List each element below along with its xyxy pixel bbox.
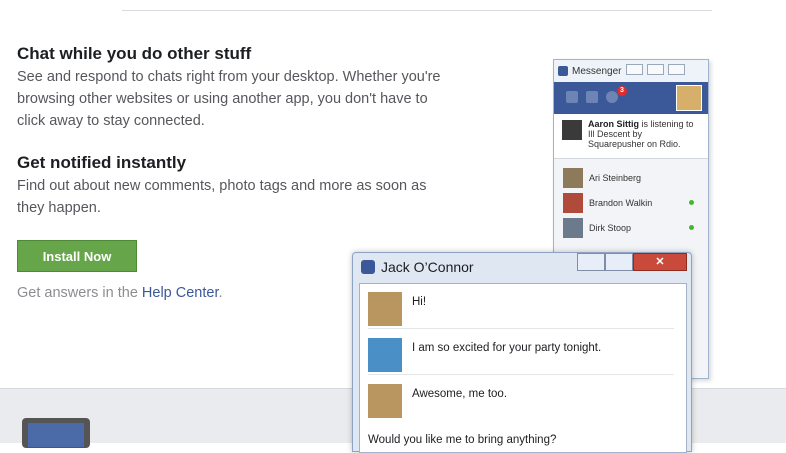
user-avatar[interactable] <box>676 85 702 111</box>
install-now-button[interactable]: Install Now <box>17 240 137 272</box>
minimize-button[interactable] <box>626 64 643 75</box>
feature-description-notify: Find out about new comments, photo tags … <box>17 178 427 216</box>
friend-avatar <box>563 218 583 238</box>
jack-avatar <box>368 384 402 418</box>
activity-notice[interactable]: Aaron Sittig is listening to Ill Descent… <box>554 114 708 159</box>
jack-avatar <box>368 292 402 326</box>
close-button[interactable] <box>668 64 685 75</box>
chat-window: Jack O’Connor ✕ Hi! I am so excited for … <box>352 252 692 453</box>
online-indicator <box>689 200 694 205</box>
maximize-button[interactable] <box>647 64 664 75</box>
messenger-icon <box>361 260 375 274</box>
phone-image <box>22 418 90 448</box>
help-text: Get answers in the Help Center. <box>17 285 223 301</box>
friend-item[interactable]: Dirk Stoop <box>554 215 708 240</box>
feature-title-notify: Get notified instantly <box>17 153 187 172</box>
aaron-avatar <box>562 120 582 140</box>
chat-close-button[interactable]: ✕ <box>633 253 687 271</box>
friend-avatar <box>563 168 583 188</box>
friend-item[interactable]: Ari Steinberg <box>554 165 708 190</box>
online-indicator <box>689 225 694 230</box>
messages-icon[interactable] <box>586 91 598 103</box>
chat-title: Jack O’Connor <box>381 259 474 275</box>
help-center-link[interactable]: Help Center <box>142 285 219 301</box>
feature-title-chat: Chat while you do other stuff <box>17 44 252 63</box>
messenger-toolbar: 3 <box>554 82 708 114</box>
chat-input[interactable]: Would you like me to bring anything? <box>368 434 556 446</box>
chat-body: Hi! I am so excited for your party tonig… <box>359 283 687 453</box>
globe-icon[interactable] <box>606 91 618 103</box>
chat-maximize-button[interactable] <box>605 253 633 271</box>
chat-message: Awesome, me too. <box>368 376 674 420</box>
user-avatar <box>368 338 402 372</box>
friends-icon[interactable] <box>566 91 578 103</box>
top-divider <box>122 10 712 11</box>
notification-badge: 3 <box>617 86 627 96</box>
friend-avatar <box>563 193 583 213</box>
chat-message: I am so excited for your party tonight. <box>368 330 674 375</box>
friend-item[interactable]: Brandon Walkin <box>554 190 708 215</box>
feature-description-chat: See and respond to chats right from your… <box>17 69 441 129</box>
chat-titlebar: Jack O’Connor <box>361 259 474 275</box>
messenger-icon <box>558 66 568 76</box>
chat-message: Hi! <box>368 284 674 329</box>
messenger-title: Messenger <box>572 65 622 77</box>
chat-minimize-button[interactable] <box>577 253 605 271</box>
